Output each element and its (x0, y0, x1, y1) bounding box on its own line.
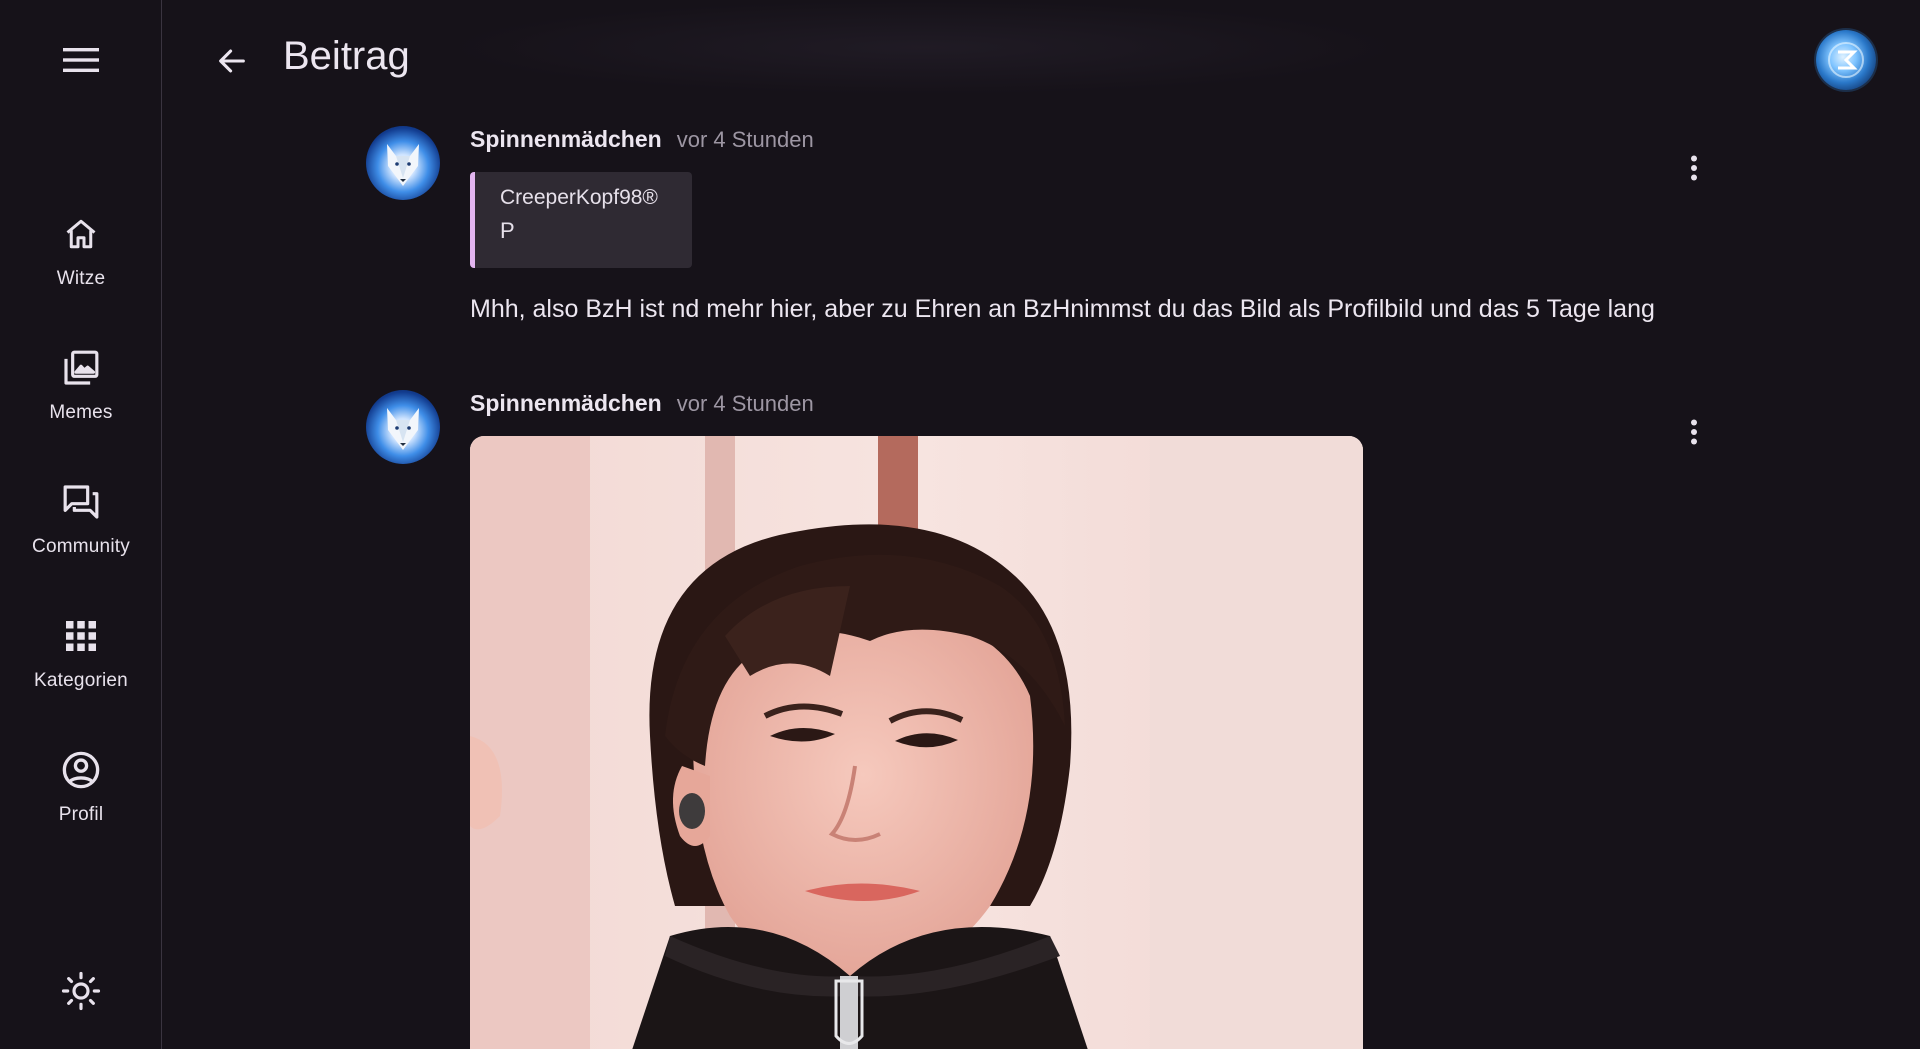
back-button[interactable] (207, 36, 257, 86)
nav-item-label: Witze (56, 268, 106, 289)
account-circle-icon (49, 750, 113, 790)
post-image[interactable] (470, 436, 1363, 1049)
post-time: vor 4 Stunden (676, 391, 814, 416)
post-time: vor 4 Stunden (676, 127, 814, 152)
hamburger-menu-icon (63, 48, 99, 72)
more-vert-icon (1691, 155, 1697, 181)
theme-toggle-button[interactable] (51, 966, 111, 1016)
forum-icon (49, 482, 113, 522)
page-title: Beitrag (283, 34, 410, 78)
post-header: Spinnenmädchen vor 4 Stunden (470, 126, 814, 162)
author-avatar[interactable] (366, 390, 440, 464)
post-header: Spinnenmädchen vor 4 Stunden (470, 390, 814, 426)
quote-author: CreeperKopf98® (500, 186, 658, 209)
user-avatar[interactable] (1816, 30, 1876, 90)
home-icon (49, 214, 113, 254)
nav-item-community[interactable]: Community (0, 474, 162, 574)
nav-item-memes[interactable]: Memes (0, 340, 162, 440)
more-options-button[interactable] (1679, 148, 1709, 188)
quoted-reply[interactable]: CreeperKopf98® P (470, 172, 692, 268)
menu-button[interactable] (51, 36, 111, 84)
nav-item-label: Memes (49, 402, 113, 423)
top-bar: Beitrag (163, 0, 1920, 120)
post-text: Mhh, also BzH ist nd mehr hier, aber zu … (470, 295, 1655, 323)
quote-text: P (500, 218, 515, 243)
author-name[interactable]: Spinnenmädchen (470, 390, 662, 417)
author-avatar[interactable] (366, 126, 440, 200)
app: Witze Memes Community Kategorien Profil … (0, 0, 1920, 1049)
photo-library-icon (49, 348, 113, 388)
topbar-shade (443, 0, 1403, 95)
more-options-button[interactable] (1679, 412, 1709, 452)
more-vert-icon (1691, 419, 1697, 445)
nav-item-kategorien[interactable]: Kategorien (0, 608, 162, 708)
author-name[interactable]: Spinnenmädchen (470, 126, 662, 153)
arrow-left-icon (219, 49, 245, 73)
nav-item-label: Profil (58, 804, 104, 825)
apps-grid-icon (49, 616, 113, 656)
nav-item-label: Community (32, 536, 130, 557)
portrait-photo (470, 436, 1363, 1049)
sun-icon (61, 971, 101, 1011)
nav-item-witze[interactable]: Witze (0, 206, 162, 306)
navigation-rail: Witze Memes Community Kategorien Profil (0, 0, 162, 1049)
nav-item-label: Kategorien (34, 670, 128, 691)
nav-item-profil[interactable]: Profil (0, 742, 162, 842)
